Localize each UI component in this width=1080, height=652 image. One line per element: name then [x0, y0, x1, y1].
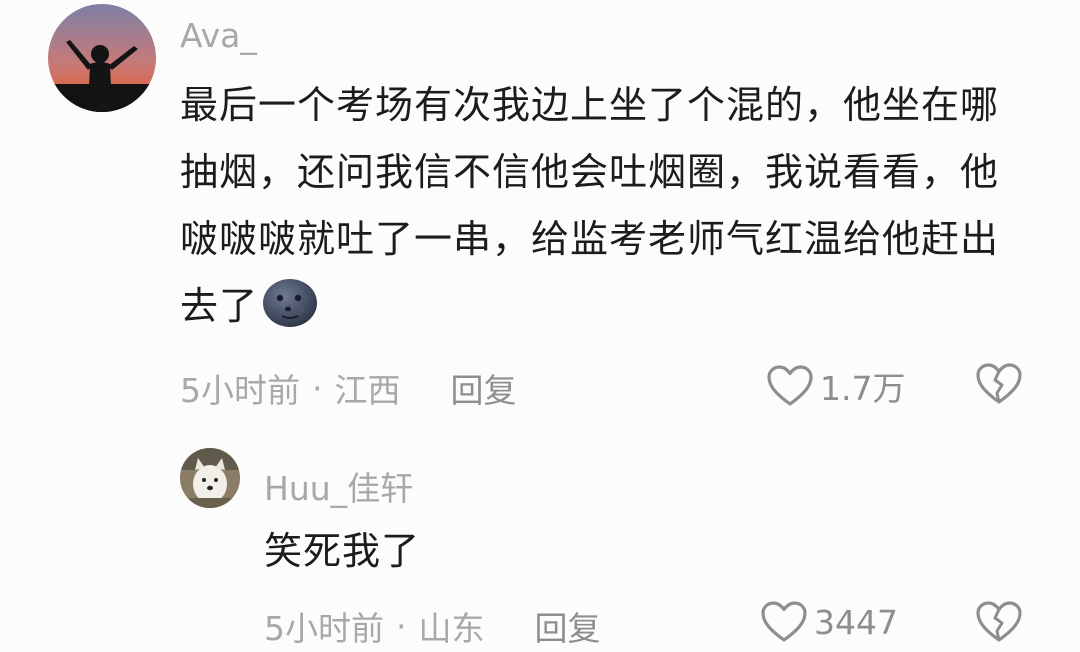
dislike-button[interactable] [975, 600, 1023, 644]
separator: · [396, 606, 407, 646]
dislike-button[interactable] [975, 362, 1023, 406]
reply-button[interactable]: 回复 [535, 602, 601, 650]
username[interactable]: Ava_ [180, 16, 257, 55]
like-count: 3447 [814, 602, 898, 642]
new-moon-face-emoji-icon [262, 278, 318, 328]
separator: · [312, 368, 323, 408]
reply-button[interactable]: 回复 [451, 364, 517, 412]
like-button[interactable]: 1.7万 [766, 362, 905, 410]
broken-heart-icon [976, 363, 1022, 404]
comment-time: 5小时前 [264, 609, 384, 648]
comment-text: 最后一个考场有次我边上坐了个混的，他坐在哪抽烟，还问我信不信他会吐烟圈，我说看看… [180, 72, 1030, 340]
avatar[interactable] [180, 448, 240, 508]
comment-meta: 5小时前 · 江西 回复 [180, 364, 517, 412]
comment-text: 笑死我了 [264, 518, 1024, 585]
comment-time: 5小时前 [180, 371, 300, 410]
avatar[interactable] [48, 4, 156, 112]
broken-heart-icon [976, 601, 1022, 642]
heart-outline-icon [767, 365, 813, 406]
like-count: 1.7万 [820, 369, 906, 408]
avatar-image [48, 4, 156, 112]
comment-meta: 5小时前 · 山东 回复 [264, 602, 601, 650]
comment-location: 山东 [418, 609, 485, 648]
comment-text-body: 笑死我了 [264, 529, 421, 573]
username[interactable]: Huu_佳轩 [264, 462, 413, 510]
like-button[interactable]: 3447 [760, 600, 898, 644]
heart-outline-icon [761, 601, 807, 642]
comment-location: 江西 [334, 371, 401, 410]
avatar-image [180, 448, 240, 508]
